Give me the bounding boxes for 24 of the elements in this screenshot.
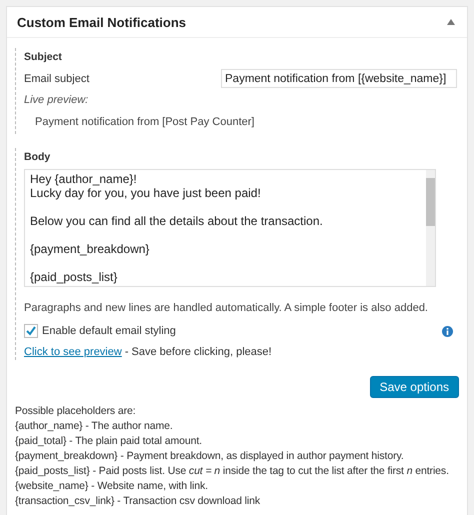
placeholder-line: {paid_posts_list} - Paid posts list. Use cut = n inside the tag to cut the list after the first n entries. [15, 464, 450, 479]
panel-title: Custom Email Notifications [17, 14, 186, 30]
scrollbar[interactable] [426, 170, 435, 286]
placeholder-line: {website_name} - Website name, with link. [15, 479, 209, 494]
checkbox[interactable] [24, 324, 38, 338]
preview-link[interactable]: Click to see preview [24, 346, 122, 358]
help-text: Paragraphs and new lines are handled automatically. A simple footer is also added. [24, 302, 429, 314]
save-button[interactable]: Save options [370, 376, 459, 398]
info-icon[interactable] [442, 326, 453, 336]
placeholder-line: Possible placeholders are: [15, 404, 137, 419]
subject-field[interactable]: Payment notification from [{website_name}] [221, 69, 457, 88]
save-note: - Save before clicking, please! [124, 346, 272, 358]
section-heading: Subject [24, 51, 63, 63]
body-field[interactable]: Hey {author_name}! Lucky day for you, you have just been paid! Below you can find all the details about the transaction. {payment_breakdown} {paid_posts_list} [24, 169, 436, 287]
preview-label: Live preview: [24, 94, 90, 106]
placeholder-line: {payment_breakdown} - Payment breakdown, as displayed in author payment history. [15, 449, 405, 464]
placeholder-line: {transaction_csv_link} - Transaction csv download link [15, 494, 261, 509]
preview-text: Payment notification from [Post Pay Counter] [35, 116, 256, 128]
placeholder-line: {author_name} - The author name. [15, 419, 174, 434]
section-heading: Body [24, 151, 52, 163]
field-label: Email subject [24, 72, 90, 84]
placeholder-line: {paid_total} - The plain paid total amount. [15, 434, 203, 449]
collapse-icon[interactable] [447, 19, 455, 25]
checkbox-label: Enable default email styling [42, 325, 176, 337]
